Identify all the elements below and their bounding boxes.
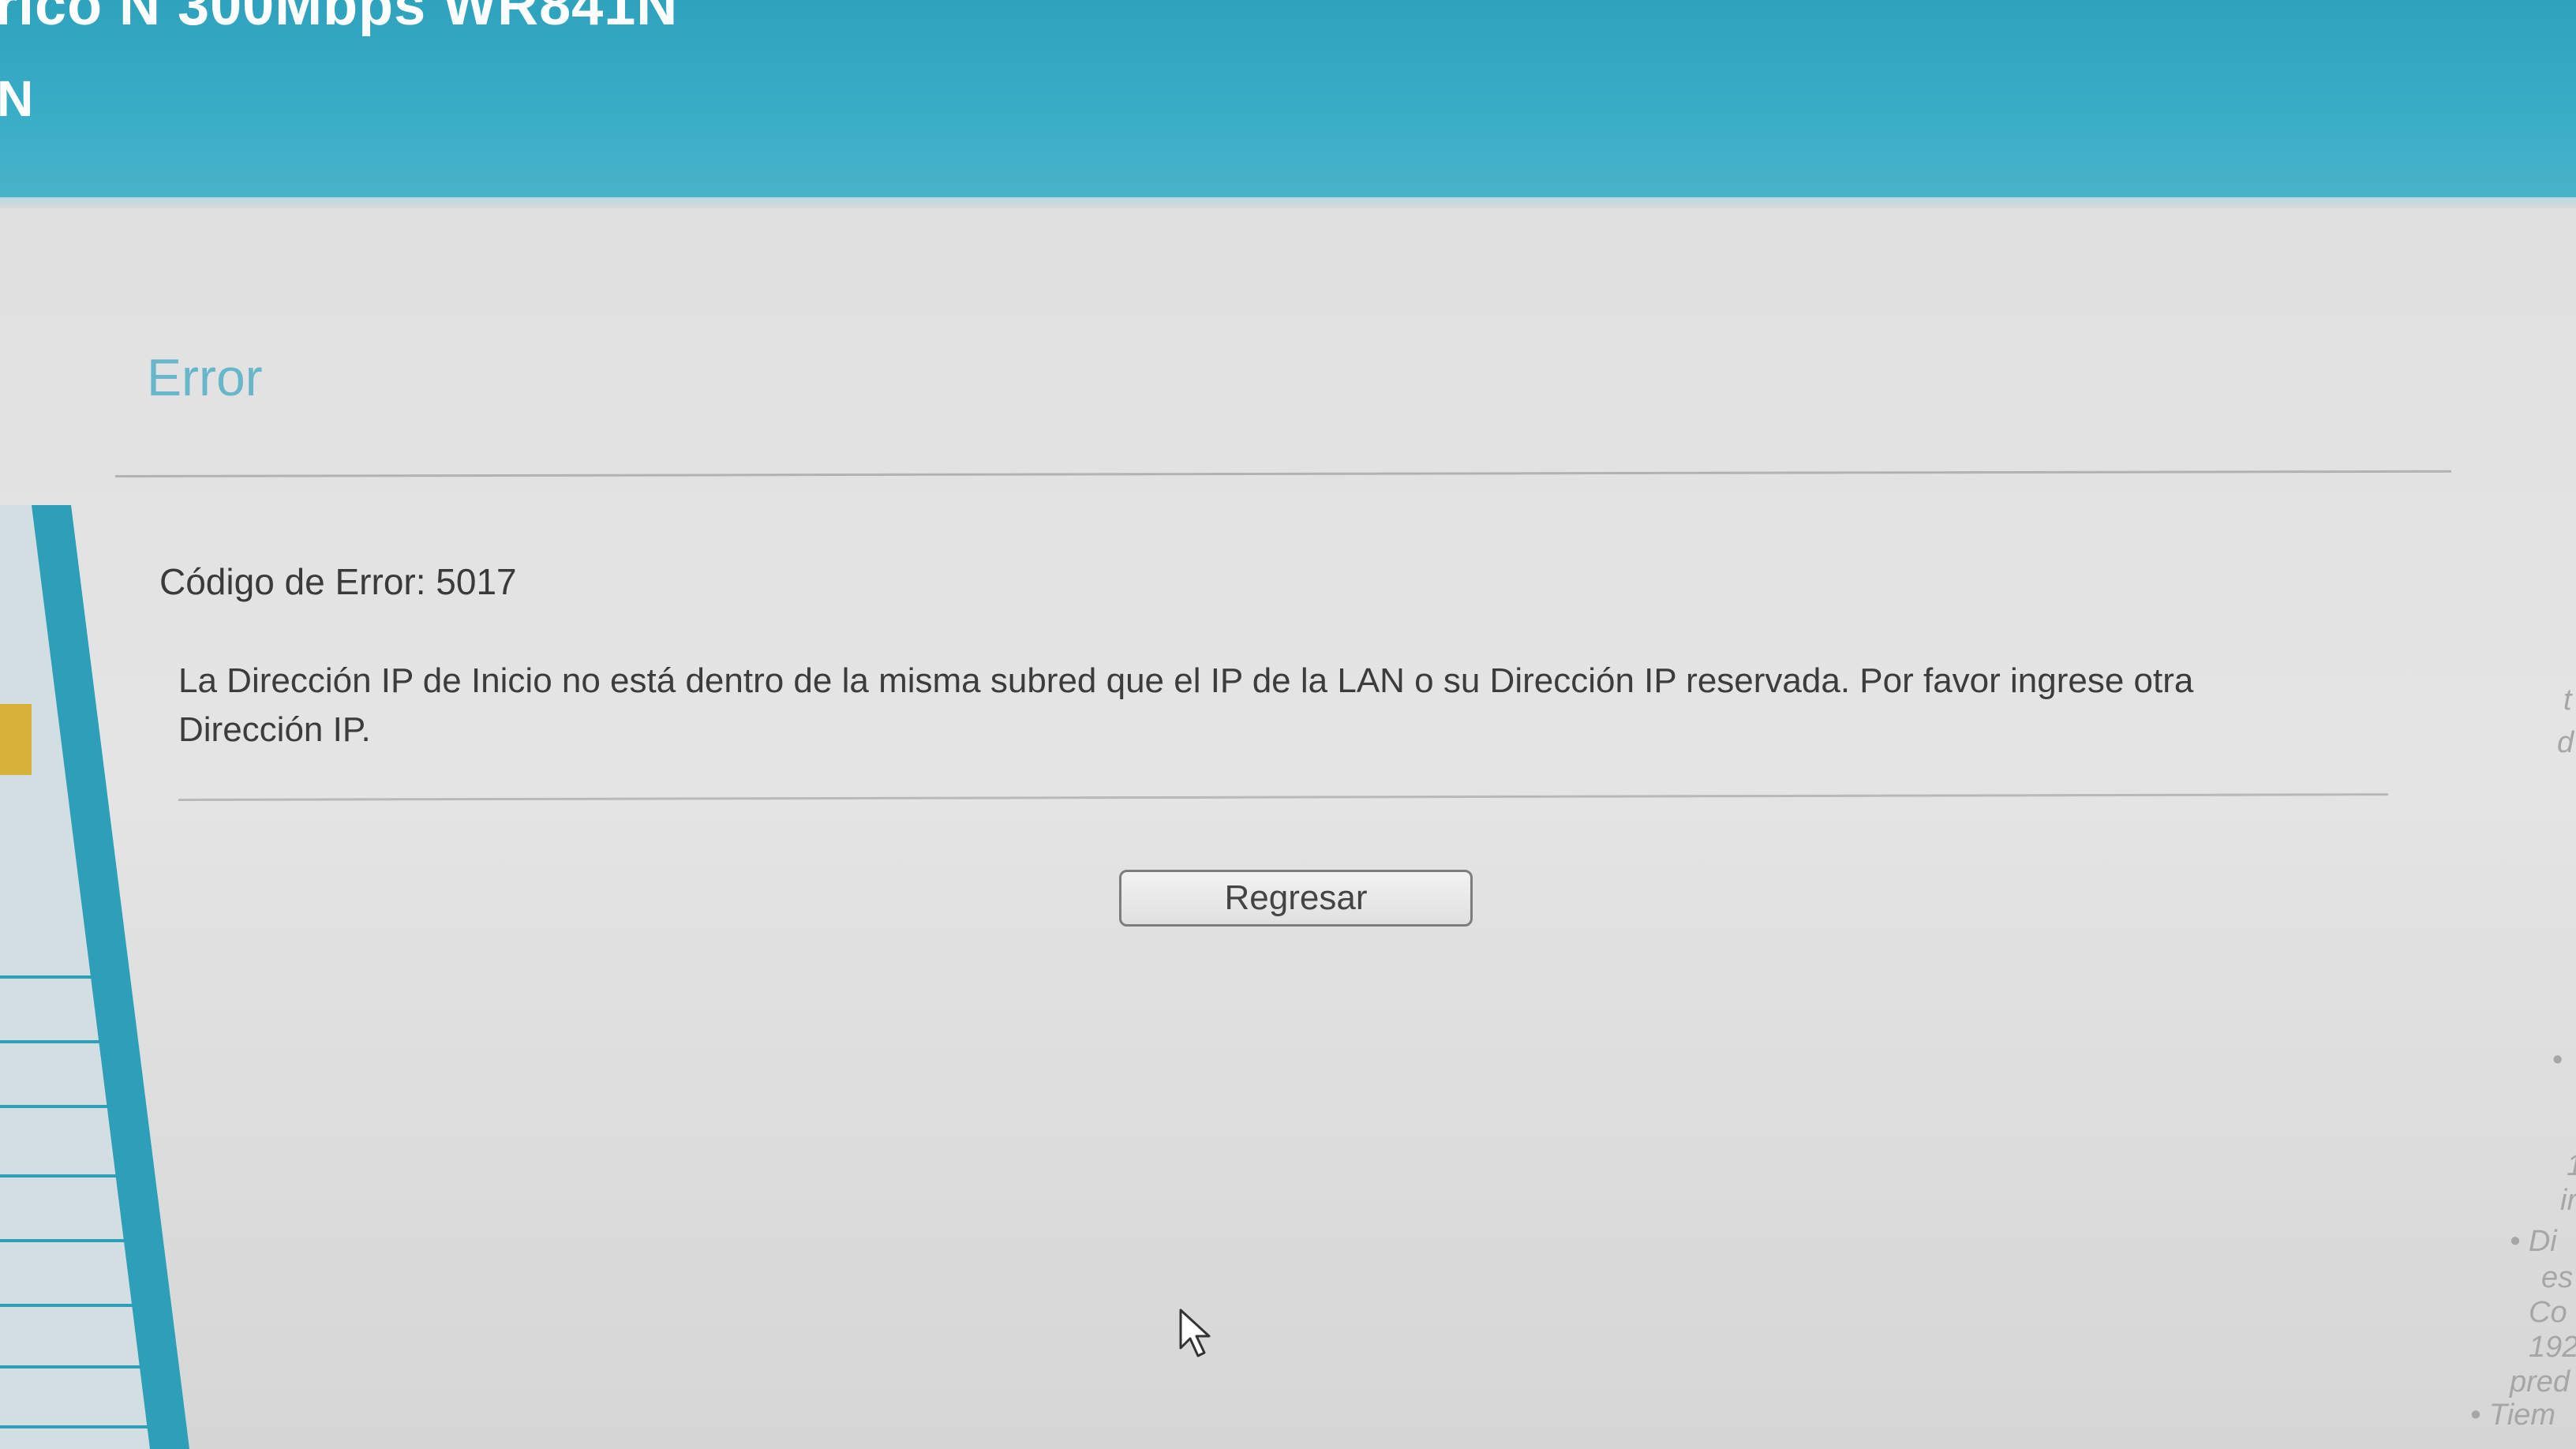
- help-text-fragment: 1: [2567, 1149, 2576, 1183]
- help-text-fragment: • Di: [2510, 1225, 2557, 1258]
- help-text-fragment: 192: [2529, 1331, 2576, 1364]
- router-admin-page: rico N 300Mbps WR841N N Error Código de …: [0, 0, 2576, 1449]
- help-text-fragment: •: [2552, 1043, 2563, 1076]
- sidebar-item-active[interactable]: [0, 704, 32, 775]
- sidebar-item-divider: [0, 1365, 166, 1368]
- header-shadow: [0, 197, 2576, 208]
- product-title: rico N 300Mbps WR841N: [0, 0, 679, 37]
- product-subtitle: N: [0, 70, 34, 127]
- help-text-fragment: d: [2557, 726, 2574, 759]
- sidebar-item-divider: [0, 1040, 126, 1043]
- sidebar-item-divider: [0, 1304, 158, 1307]
- sidebar-item-divider: [0, 1174, 142, 1178]
- message-divider: [178, 793, 2388, 801]
- header-banner: rico N 300Mbps WR841N N: [0, 0, 2576, 204]
- sidebar-item-divider: [0, 1425, 174, 1428]
- sidebar-item-divider: [0, 1239, 150, 1242]
- mouse-cursor-icon: [1179, 1309, 1211, 1357]
- help-text-fragment: t: [2563, 683, 2572, 717]
- help-text-fragment: • Tiem: [2470, 1398, 2555, 1432]
- error-code: Código de Error: 5017: [159, 561, 517, 602]
- help-text-fragment: es: [2541, 1261, 2574, 1294]
- sidebar-item-divider: [0, 975, 118, 979]
- back-button[interactable]: Regresar: [1119, 870, 1473, 927]
- title-divider: [114, 470, 2451, 477]
- help-text-fragment: Co: [2529, 1296, 2567, 1329]
- help-text-fragment: pred: [2510, 1365, 2570, 1398]
- help-text-fragment: ir: [2560, 1184, 2576, 1217]
- sidebar-item-divider: [0, 1105, 134, 1108]
- error-message: La Dirección IP de Inicio no está dentro…: [178, 661, 2194, 749]
- page-title: Error: [147, 348, 263, 406]
